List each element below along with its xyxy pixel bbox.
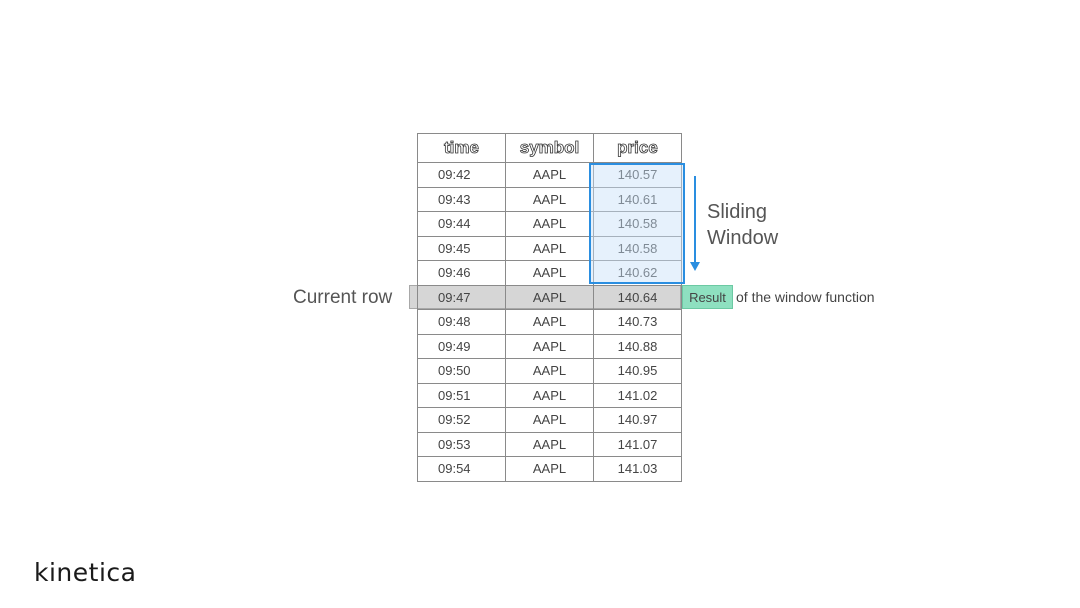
table-row: 09:50 AAPL 140.95 xyxy=(418,359,682,384)
table-header-row: time symbol price xyxy=(418,134,682,163)
table-row: 09:49 AAPL 140.88 xyxy=(418,334,682,359)
table-row: 09:51 AAPL 141.02 xyxy=(418,383,682,408)
cell-price: 141.02 xyxy=(594,383,682,408)
cell-symbol: AAPL xyxy=(506,187,594,212)
cell-symbol: AAPL xyxy=(506,212,594,237)
result-description: of the window function xyxy=(736,289,875,305)
cell-symbol: AAPL xyxy=(506,285,594,310)
table-row: 09:47 AAPL 140.64 xyxy=(418,285,682,310)
header-price: price xyxy=(594,134,682,163)
sliding-window-label-line1: Sliding xyxy=(707,201,768,223)
cell-price: 140.88 xyxy=(594,334,682,359)
cell-time: 09:51 xyxy=(418,383,506,408)
cell-symbol: AAPL xyxy=(506,408,594,433)
cell-time: 09:43 xyxy=(418,187,506,212)
cell-time: 09:50 xyxy=(418,359,506,384)
cell-symbol: AAPL xyxy=(506,236,594,261)
cell-symbol: AAPL xyxy=(506,432,594,457)
cell-symbol: AAPL xyxy=(506,359,594,384)
cell-symbol: AAPL xyxy=(506,310,594,335)
cell-time: 09:45 xyxy=(418,236,506,261)
cell-time: 09:52 xyxy=(418,408,506,433)
cell-price: 141.03 xyxy=(594,457,682,482)
cell-price: 141.07 xyxy=(594,432,682,457)
sliding-window-highlight xyxy=(589,163,685,284)
cell-time: 09:47 xyxy=(418,285,506,310)
header-symbol: symbol xyxy=(506,134,594,163)
cell-time: 09:46 xyxy=(418,261,506,286)
table-row: 09:53 AAPL 141.07 xyxy=(418,432,682,457)
table-row: 09:48 AAPL 140.73 xyxy=(418,310,682,335)
cell-price: 140.73 xyxy=(594,310,682,335)
cell-time: 09:48 xyxy=(418,310,506,335)
cell-symbol: AAPL xyxy=(506,163,594,188)
table-row: 09:52 AAPL 140.97 xyxy=(418,408,682,433)
sliding-window-label: Sliding Window xyxy=(707,199,778,251)
cell-symbol: AAPL xyxy=(506,457,594,482)
down-arrow-icon xyxy=(690,176,700,271)
cell-time: 09:49 xyxy=(418,334,506,359)
cell-price: 140.97 xyxy=(594,408,682,433)
cell-symbol: AAPL xyxy=(506,261,594,286)
sliding-window-label-line2: Window xyxy=(707,227,779,249)
cell-time: 09:42 xyxy=(418,163,506,188)
cell-time: 09:53 xyxy=(418,432,506,457)
cell-symbol: AAPL xyxy=(506,383,594,408)
kinetica-logo: kinetica xyxy=(34,558,137,587)
current-row-label: Current row xyxy=(293,287,393,308)
cell-symbol: AAPL xyxy=(506,334,594,359)
cell-time: 09:54 xyxy=(418,457,506,482)
header-time: time xyxy=(418,134,506,163)
cell-price: 140.95 xyxy=(594,359,682,384)
cell-time: 09:44 xyxy=(418,212,506,237)
table-row: 09:54 AAPL 141.03 xyxy=(418,457,682,482)
result-badge: Result xyxy=(682,285,733,309)
cell-price: 140.64 xyxy=(594,285,682,310)
